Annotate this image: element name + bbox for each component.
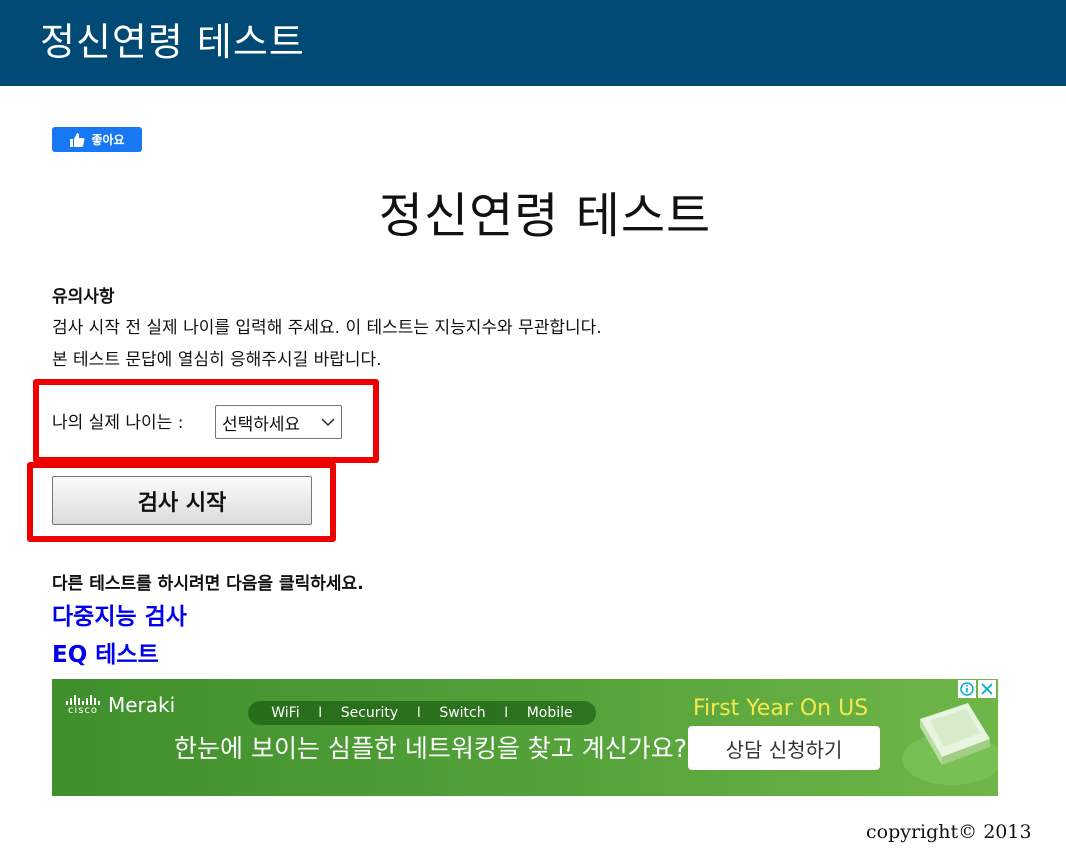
meraki-text: Meraki — [108, 693, 176, 717]
age-select[interactable]: 선택하세요 — [215, 405, 342, 439]
ad-info-icon[interactable] — [958, 680, 976, 698]
age-label: 나의 실제 나이는 : — [52, 413, 184, 433]
thumbs-up-icon — [70, 132, 85, 147]
start-test-button[interactable]: 검사 시작 — [52, 476, 312, 525]
copyright-text: copyright© 2013 — [866, 821, 1032, 843]
eq-test-link[interactable]: EQ 테스트 — [52, 640, 159, 670]
notice-line-1: 검사 시작 전 실제 나이를 입력해 주세요. 이 테스트는 지능지수와 무관합… — [52, 318, 602, 338]
ad-close-icon[interactable] — [978, 680, 996, 698]
pill-separator: I — [318, 705, 323, 721]
close-icon — [981, 683, 993, 695]
cisco-meraki-logo: cisco Meraki — [66, 693, 175, 717]
multiple-intelligence-link[interactable]: 다중지능 검사 — [52, 602, 187, 632]
pill-wifi: WiFi — [271, 705, 300, 721]
notice-line-2: 본 테스트 문답에 열심히 응해주시길 바랍니다. — [52, 350, 382, 370]
top-header-bar: 정신연령 테스트 — [0, 0, 1066, 86]
pill-switch: Switch — [439, 705, 486, 721]
ad-headline: 한눈에 보이는 심플한 네트워킹을 찾고 계신가요? — [174, 734, 688, 763]
cisco-bars-icon — [66, 695, 100, 705]
ad-banner[interactable]: cisco Meraki WiFi I Security I Switch I … — [52, 679, 998, 796]
pill-separator: I — [504, 705, 509, 721]
info-icon — [960, 682, 974, 696]
pill-security: Security — [340, 705, 399, 721]
page-title: 정신연령 테스트 — [378, 188, 712, 244]
other-tests-heading: 다른 테스트를 하시려면 다음을 클릭하세요. — [52, 574, 364, 594]
chevron-down-icon — [321, 418, 335, 426]
age-select-value: 선택하세요 — [222, 414, 301, 435]
network-device-illustration — [902, 703, 998, 785]
site-title[interactable]: 정신연령 테스트 — [40, 18, 305, 66]
cisco-logo: cisco — [66, 695, 100, 717]
ad-product-pills: WiFi I Security I Switch I Mobile — [248, 701, 596, 725]
ad-cta-button[interactable]: 상담 신청하기 — [688, 726, 880, 770]
pill-separator: I — [416, 705, 421, 721]
notice-heading: 유의사항 — [52, 287, 115, 307]
like-label: 좋아요 — [91, 133, 125, 147]
cisco-text: cisco — [67, 705, 99, 716]
ad-offer: First Year On US — [693, 696, 869, 721]
pill-mobile: Mobile — [526, 705, 573, 721]
facebook-like-button[interactable]: 좋아요 — [52, 127, 142, 152]
